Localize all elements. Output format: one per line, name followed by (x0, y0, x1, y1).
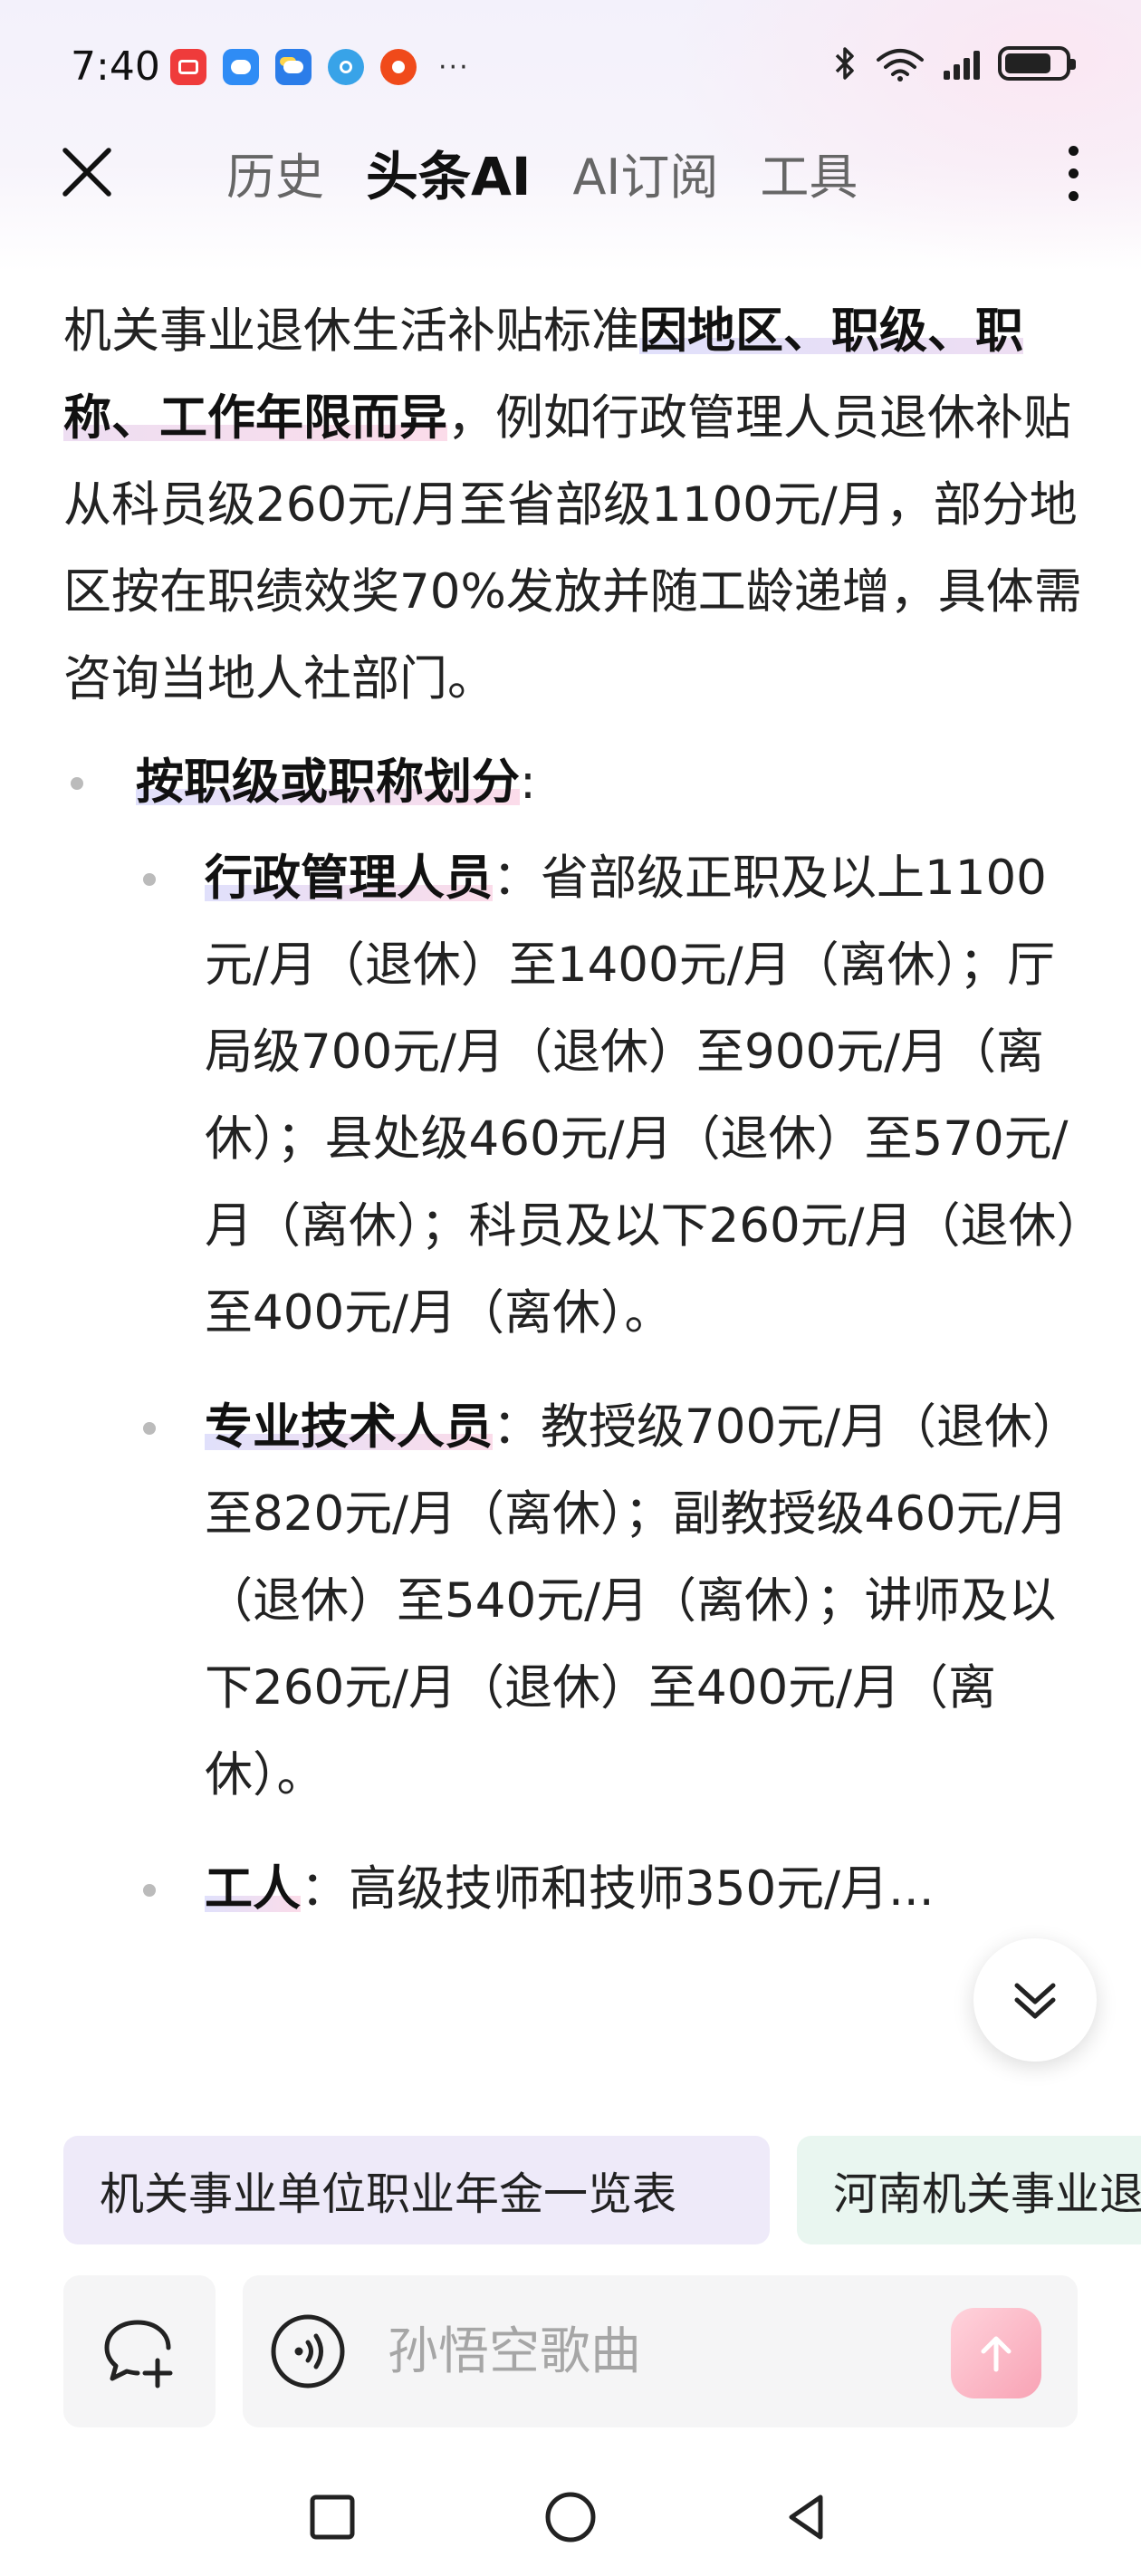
voice-input-icon[interactable] (270, 2313, 346, 2389)
more-vertical-icon (1068, 145, 1079, 156)
answer-content[interactable]: 机关事业退休生活补贴标准因地区、职级、职称、工作年限而异，例如行政管理人员退休补… (63, 288, 1087, 2110)
section-title: 按职级或职称划分 (136, 755, 520, 810)
item-text: ：省部级正职及以上1100元/月（退休）至1400元/月（离休）；厅局级700元… (205, 851, 1081, 1341)
browser-icon (328, 49, 364, 85)
intro-prefix: 机关事业退休生活补贴标准 (63, 303, 639, 359)
subsection-list: 行政管理人员：省部级正职及以上1100元/月（退休）至1400元/月（离休）；厅… (136, 835, 1087, 1933)
tab-bar: 历史 头条AI AI订阅 工具 (226, 136, 858, 208)
tab-history[interactable]: 历史 (226, 137, 324, 208)
notification-icons: ··· (170, 49, 470, 85)
status-bar: 7:40 ··· (0, 0, 1141, 145)
close-icon (62, 148, 111, 197)
chat-bubble-icon (223, 49, 259, 85)
status-time: 7:40 (71, 43, 160, 90)
top-nav: 历史 头条AI AI订阅 工具 (0, 127, 1141, 226)
bullet-dot (71, 777, 83, 790)
arrow-up-icon (981, 2336, 1012, 2372)
more-notifications-indicator: ··· (438, 51, 470, 83)
chat-input-bar (243, 2275, 1078, 2427)
list-item: 行政管理人员：省部级正职及以上1100元/月（退休）至1400元/月（离休）；厅… (136, 835, 1087, 1357)
item-title: 工人 (205, 1861, 301, 1917)
suggestion-chip[interactable]: 机关事业单位职业年金一览表 (63, 2136, 770, 2244)
list-item: 专业技术人员：教授级700元/月（退休）至820元/月（离休）；副教授级460元… (136, 1384, 1087, 1819)
triangle-back-icon (789, 2494, 823, 2540)
battery-icon (998, 46, 1076, 81)
square-icon (310, 2494, 355, 2540)
bullet-dot (143, 1884, 156, 1897)
section-colon: : (520, 755, 536, 810)
send-button[interactable] (951, 2308, 1041, 2398)
item-text: ：高级技师和技师350元/月... (301, 1861, 935, 1917)
chat-input[interactable] (388, 2315, 895, 2388)
recents-button[interactable] (292, 2476, 373, 2558)
system-icons (833, 45, 1076, 82)
list-item: 工人：高级技师和技师350元/月... (136, 1846, 1087, 1933)
back-button[interactable] (765, 2476, 847, 2558)
more-menu-button[interactable] (1041, 132, 1105, 214)
close-button[interactable] (53, 138, 121, 207)
wifi-icon (877, 49, 924, 82)
double-chevron-down-icon (1014, 1983, 1056, 2019)
suggestion-chip[interactable]: 河南机关事业退休 (797, 2136, 1141, 2244)
bullet-dot (143, 1422, 156, 1435)
item-title: 专业技术人员 (205, 1399, 493, 1455)
suggestion-chips: 机关事业单位职业年金一览表 河南机关事业退休 (63, 2136, 1141, 2244)
weather-icon (275, 49, 312, 85)
cell-signal-icon (944, 47, 980, 80)
circle-icon (545, 2492, 596, 2542)
screen-record-icon (170, 49, 206, 85)
new-chat-button[interactable] (63, 2275, 216, 2427)
tab-toutiao-ai[interactable]: 头条AI (366, 134, 531, 210)
bluetooth-icon (835, 47, 854, 80)
tab-tools[interactable]: 工具 (760, 137, 858, 208)
item-text: ：教授级700元/月（退休）至820元/月（离休）；副教授级460元/月（退休）… (205, 1399, 1081, 1802)
toutiao-icon (380, 49, 417, 85)
item-title: 行政管理人员 (205, 851, 493, 906)
new-chat-icon (104, 2320, 173, 2389)
answer-intro: 机关事业退休生活补贴标准因地区、职级、职称、工作年限而异，例如行政管理人员退休补… (63, 288, 1087, 723)
home-button[interactable] (530, 2476, 611, 2558)
section-list: 按职级或职称划分: 行政管理人员：省部级正职及以上1100元/月（退休）至140… (63, 739, 1087, 1933)
scroll-to-bottom-button[interactable] (973, 1938, 1097, 2062)
tab-ai-subscribe[interactable]: AI订阅 (572, 137, 718, 208)
bullet-dot (143, 873, 156, 886)
list-item: 按职级或职称划分: 行政管理人员：省部级正职及以上1100元/月（退休）至140… (63, 739, 1087, 1933)
battery-level (1005, 53, 1050, 73)
system-navigation-bar (0, 2464, 1141, 2576)
